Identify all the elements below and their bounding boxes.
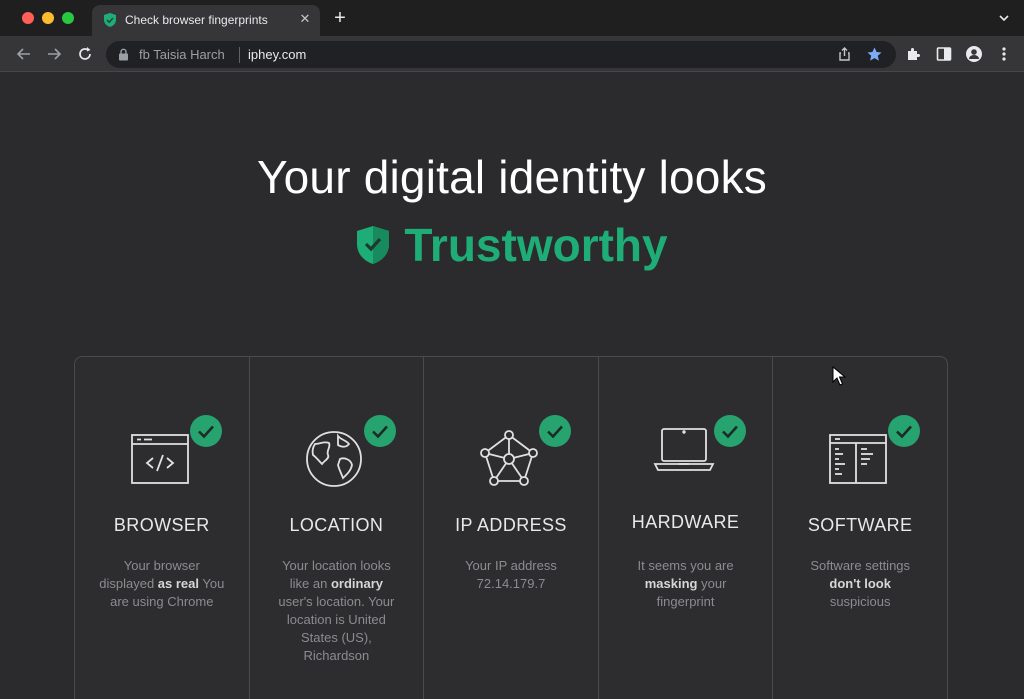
tab-search-chevron-icon[interactable] [996,10,1012,26]
page-headline: Your digital identity looks [256,151,767,203]
browser-toolbar: fb Taisia Harch iphey.com [0,36,1024,72]
page-content: Your digital identity looks Trustworthy … [0,72,1024,699]
card-title: IP ADDRESS [455,515,567,535]
address-bar[interactable]: fb Taisia Harch iphey.com [106,41,896,68]
tab-close-button[interactable]: ✕ [297,11,313,27]
share-icon[interactable] [836,46,853,63]
card-description: Your location looks like an ordinary use… [278,558,395,663]
card-title: HARDWARE [631,512,740,532]
check-badge-icon [888,415,921,447]
card-hardware[interactable]: HARDWARE It seems you are masking your f… [599,357,774,699]
url-separator [239,47,240,63]
tab-title: Check browser fingerprints [125,13,268,27]
lock-icon[interactable] [118,48,129,61]
close-window-button[interactable] [22,12,34,24]
card-title: BROWSER [113,515,210,535]
check-badge-icon [189,415,222,447]
url-site-label: fb Taisia Harch [139,47,225,62]
card-description: Your browser displayed as real You are u… [99,558,225,609]
shield-check-icon [104,13,116,27]
laptop-icon [653,428,715,471]
forward-arrow-icon[interactable] [44,44,64,64]
minimize-window-button[interactable] [42,12,54,24]
card-description: It seems you are masking your fingerprin… [637,558,734,609]
active-tab[interactable]: Check browser fingerprints ✕ [92,5,320,36]
side-panel-icon[interactable] [934,44,954,64]
tab-strip: Check browser fingerprints ✕ + [0,0,1024,36]
check-badge-icon [364,415,397,447]
card-description: Your IP address 72.14.179.7 [465,558,557,591]
card-browser[interactable]: BROWSER Your browser displayed as real Y… [75,357,250,699]
check-badge-icon [538,415,571,447]
check-cards: BROWSER Your browser displayed as real Y… [74,356,948,699]
network-icon [480,430,538,486]
url-host: iphey.com [248,47,307,62]
globe-icon [306,431,363,487]
browser-code-icon [130,434,189,484]
mouse-cursor-icon [832,366,846,386]
trust-shield-icon [357,226,390,264]
verdict-text: Trustworthy [404,219,668,271]
bookmark-star-icon[interactable] [866,46,883,63]
card-description: Software settings don't look suspicious [810,558,911,609]
profile-avatar-icon[interactable] [964,44,984,64]
verdict: Trustworthy [0,218,1024,272]
card-title: SOFTWARE [807,515,913,535]
new-tab-button[interactable]: + [331,8,349,28]
check-badge-icon [713,415,746,447]
zoom-window-button[interactable] [62,12,74,24]
card-location[interactable]: LOCATION Your location looks like an ord… [250,357,425,699]
back-arrow-icon[interactable] [14,44,34,64]
more-menu-icon[interactable] [994,44,1014,64]
card-ip-address[interactable]: IP ADDRESS Your IP address 72.14.179.7 [424,357,599,699]
extensions-puzzle-icon[interactable] [904,44,924,64]
card-software[interactable]: SOFTWARE Software settings don't look su… [773,357,947,699]
reload-icon[interactable] [75,44,95,64]
card-title: LOCATION [289,515,384,535]
software-window-icon [829,434,888,484]
